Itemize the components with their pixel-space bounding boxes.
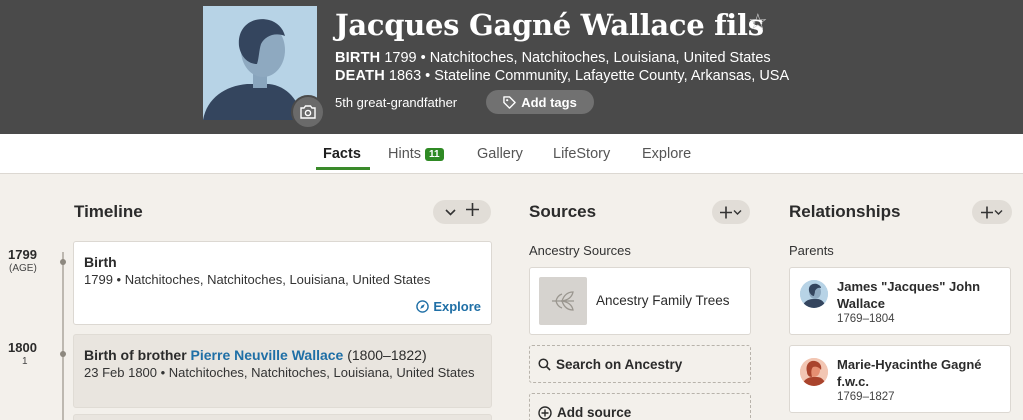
event-year: 1799 <box>8 247 37 262</box>
source-label: Ancestry Family Trees <box>596 293 730 308</box>
explore-label: Explore <box>433 299 481 314</box>
event-detail: 23 Feb 1800 • Natchitoches, Natchitoches… <box>84 365 475 380</box>
active-tab-indicator <box>316 167 370 170</box>
timeline-controls <box>433 200 491 224</box>
event-detail: 1799 • Natchitoches, Natchitoches, Louis… <box>84 272 431 287</box>
tab-facts[interactable]: Facts <box>323 146 361 162</box>
death-label: DEATH <box>335 68 385 84</box>
person-name: Jacques Gagné Wallace fils <box>335 8 764 42</box>
event-card-birth[interactable]: Birth 1799 • Natchitoches, Natchitoches,… <box>73 241 492 325</box>
compass-icon <box>416 300 430 313</box>
search-icon <box>538 358 551 371</box>
timeline-line <box>62 252 64 420</box>
event-title: Birth of brother Pierre Neuville Wallace… <box>84 347 427 363</box>
relative-link[interactable]: Pierre Neuville Wallace <box>191 347 344 363</box>
death-value: 1863 • Stateline Community, Lafayette Co… <box>388 68 790 84</box>
event-card-next[interactable] <box>73 414 492 420</box>
leaf-icon <box>539 277 587 325</box>
event-title: Birth <box>84 254 117 270</box>
add-event-icon[interactable] <box>466 203 479 221</box>
search-label: Search on Ancestry <box>556 357 683 372</box>
add-source-action: Add source <box>538 405 631 420</box>
parent-card-father[interactable]: James "Jacques" John Wallace 1769–1804 <box>789 267 1011 335</box>
camera-icon[interactable] <box>291 95 325 129</box>
hints-count-badge: 11 <box>425 148 444 161</box>
event-age: 1 <box>22 356 28 367</box>
parents-label: Parents <box>789 243 834 258</box>
explore-link[interactable]: Explore <box>416 299 481 314</box>
birth-summary: BIRTH 1799 • Natchitoches, Natchitoches, … <box>335 50 771 66</box>
female-avatar-icon <box>800 358 828 386</box>
source-item[interactable]: Ancestry Family Trees <box>529 267 751 335</box>
event-year: 1800 <box>8 340 37 355</box>
male-avatar-icon <box>800 280 828 308</box>
add-source-button[interactable]: Add source <box>529 393 751 420</box>
favorite-star-icon[interactable]: ☆ <box>748 11 768 33</box>
event-age: (AGE) <box>9 263 37 274</box>
add-tags-button[interactable]: Add tags <box>486 90 594 114</box>
parent-name: James "Jacques" John Wallace <box>837 279 981 311</box>
tag-icon <box>503 95 516 109</box>
timeline-dot <box>60 259 66 265</box>
birth-label: BIRTH <box>335 50 381 66</box>
relationship-label: 5th great-grandfather <box>335 95 458 110</box>
sources-title: Sources <box>529 202 597 221</box>
event-title-suffix: (1800–1822) <box>343 347 427 363</box>
relationships-add-button[interactable] <box>972 200 1012 224</box>
parent-dates: 1769–1827 <box>837 391 895 403</box>
sources-subtitle: Ancestry Sources <box>529 243 631 258</box>
tab-gallery[interactable]: Gallery <box>477 146 523 162</box>
relationships-title: Relationships <box>789 202 901 221</box>
event-title-prefix: Birth of brother <box>84 347 191 363</box>
birth-value: 1799 • Natchitoches, Natchitoches, Louis… <box>384 50 771 66</box>
sources-add-button[interactable] <box>712 200 750 224</box>
parent-name: Marie-Hyacinthe Gagné f.w.c. <box>837 357 982 389</box>
parent-card-mother[interactable]: Marie-Hyacinthe Gagné f.w.c. 1769–1827 <box>789 345 1011 413</box>
event-card-brother-birth[interactable]: Birth of brother Pierre Neuville Wallace… <box>73 334 492 408</box>
tab-hints[interactable]: Hints 11 <box>388 146 444 162</box>
timeline-title: Timeline <box>74 202 143 221</box>
search-action: Search on Ancestry <box>538 357 682 372</box>
add-source-label: Add source <box>557 405 632 420</box>
parent-dates: 1769–1804 <box>837 313 895 325</box>
profile-tabs: Facts Hints 11 Gallery LifeStory Explore <box>0 134 1023 174</box>
profile-header: Jacques Gagné Wallace fils ☆ BIRTH 1799 •… <box>0 0 1023 134</box>
add-tags-label: Add tags <box>521 94 577 110</box>
tab-explore[interactable]: Explore <box>642 146 691 162</box>
add-dropdown-icon <box>720 206 742 218</box>
add-dropdown-icon <box>981 206 1003 218</box>
death-summary: DEATH 1863 • Stateline Community, Lafayet… <box>335 68 789 84</box>
search-on-ancestry-button[interactable]: Search on Ancestry <box>529 345 751 383</box>
chevron-down-icon[interactable] <box>445 203 456 221</box>
tab-hints-label: Hints <box>388 146 422 162</box>
timeline-dot <box>60 351 66 357</box>
tab-lifestory[interactable]: LifeStory <box>553 146 610 162</box>
add-circle-icon <box>538 405 552 420</box>
